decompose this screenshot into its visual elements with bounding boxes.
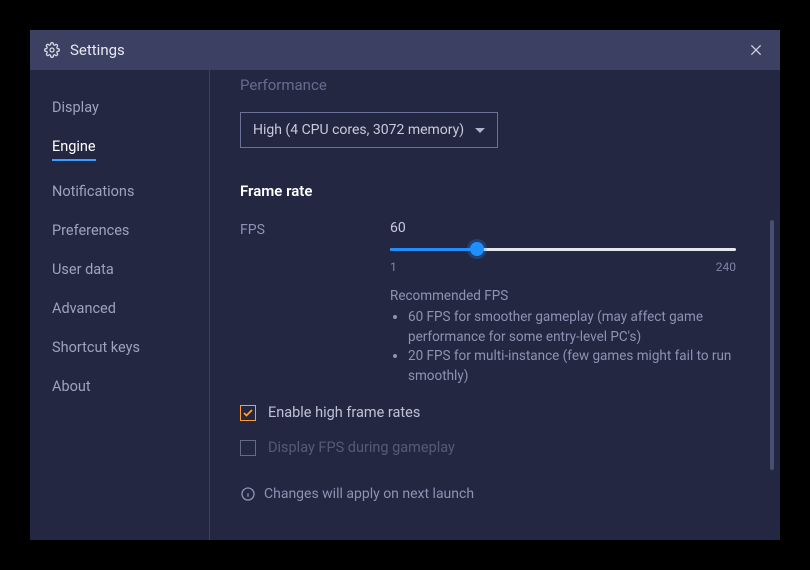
sidebar-item-about[interactable]: About [30, 367, 209, 406]
slider-max: 240 [716, 260, 736, 274]
performance-dropdown[interactable]: High (4 CPU cores, 3072 memory) [240, 112, 498, 148]
sidebar-item-shortcut-keys[interactable]: Shortcut keys [30, 328, 209, 367]
fps-label: FPS [240, 220, 390, 386]
slider-track-fill [390, 248, 477, 251]
checkbox-icon [240, 440, 256, 456]
fps-slider-area: 60 1 240 Recommended FPS 60 FPS for smoo… [390, 220, 750, 386]
sidebar: Display Engine Notifications Preferences… [30, 70, 210, 540]
scrollbar[interactable] [770, 220, 774, 470]
recommended-item: 60 FPS for smoother gameplay (may affect… [408, 308, 736, 347]
slider-min: 1 [390, 260, 397, 274]
recommended-item: 20 FPS for multi-instance (few games mig… [408, 347, 736, 386]
settings-window: Settings Display Engine Notifications Pr… [30, 30, 780, 540]
info-icon [240, 486, 256, 502]
titlebar: Settings [30, 30, 780, 70]
recommended-list: 60 FPS for smoother gameplay (may affect… [390, 308, 736, 386]
recommended-title: Recommended FPS [390, 288, 736, 304]
fps-slider[interactable] [390, 242, 736, 256]
fps-value: 60 [390, 220, 736, 236]
slider-thumb[interactable] [470, 242, 484, 256]
performance-dropdown-value: High (4 CPU cores, 3072 memory) [253, 122, 464, 138]
chevron-down-icon [475, 128, 485, 133]
close-icon [748, 42, 764, 58]
footer-notice-text: Changes will apply on next launch [264, 486, 474, 502]
performance-heading: Performance [240, 76, 750, 94]
enable-high-frame-rates-checkbox[interactable]: Enable high frame rates [240, 404, 750, 421]
sidebar-item-display[interactable]: Display [30, 88, 209, 127]
sidebar-item-advanced[interactable]: Advanced [30, 289, 209, 328]
sidebar-item-engine[interactable]: Engine [30, 127, 209, 172]
sidebar-item-user-data[interactable]: User data [30, 250, 209, 289]
checkbox-label: Enable high frame rates [268, 404, 420, 421]
slider-scale: 1 240 [390, 260, 736, 274]
window-body: Display Engine Notifications Preferences… [30, 70, 780, 540]
checkbox-label: Display FPS during gameplay [268, 439, 455, 456]
frame-rate-heading: Frame rate [240, 182, 750, 200]
checkbox-icon [240, 405, 256, 421]
footer-notice: Changes will apply on next launch [240, 486, 750, 502]
window-title: Settings [70, 41, 125, 59]
content-pane: Performance High (4 CPU cores, 3072 memo… [210, 70, 780, 540]
gear-icon [44, 42, 60, 58]
sidebar-item-preferences[interactable]: Preferences [30, 211, 209, 250]
display-fps-checkbox[interactable]: Display FPS during gameplay [240, 439, 750, 456]
sidebar-item-notifications[interactable]: Notifications [30, 172, 209, 211]
fps-row: FPS 60 1 240 Recommended FPS 60 FPS for … [240, 220, 750, 386]
close-button[interactable] [742, 36, 770, 64]
